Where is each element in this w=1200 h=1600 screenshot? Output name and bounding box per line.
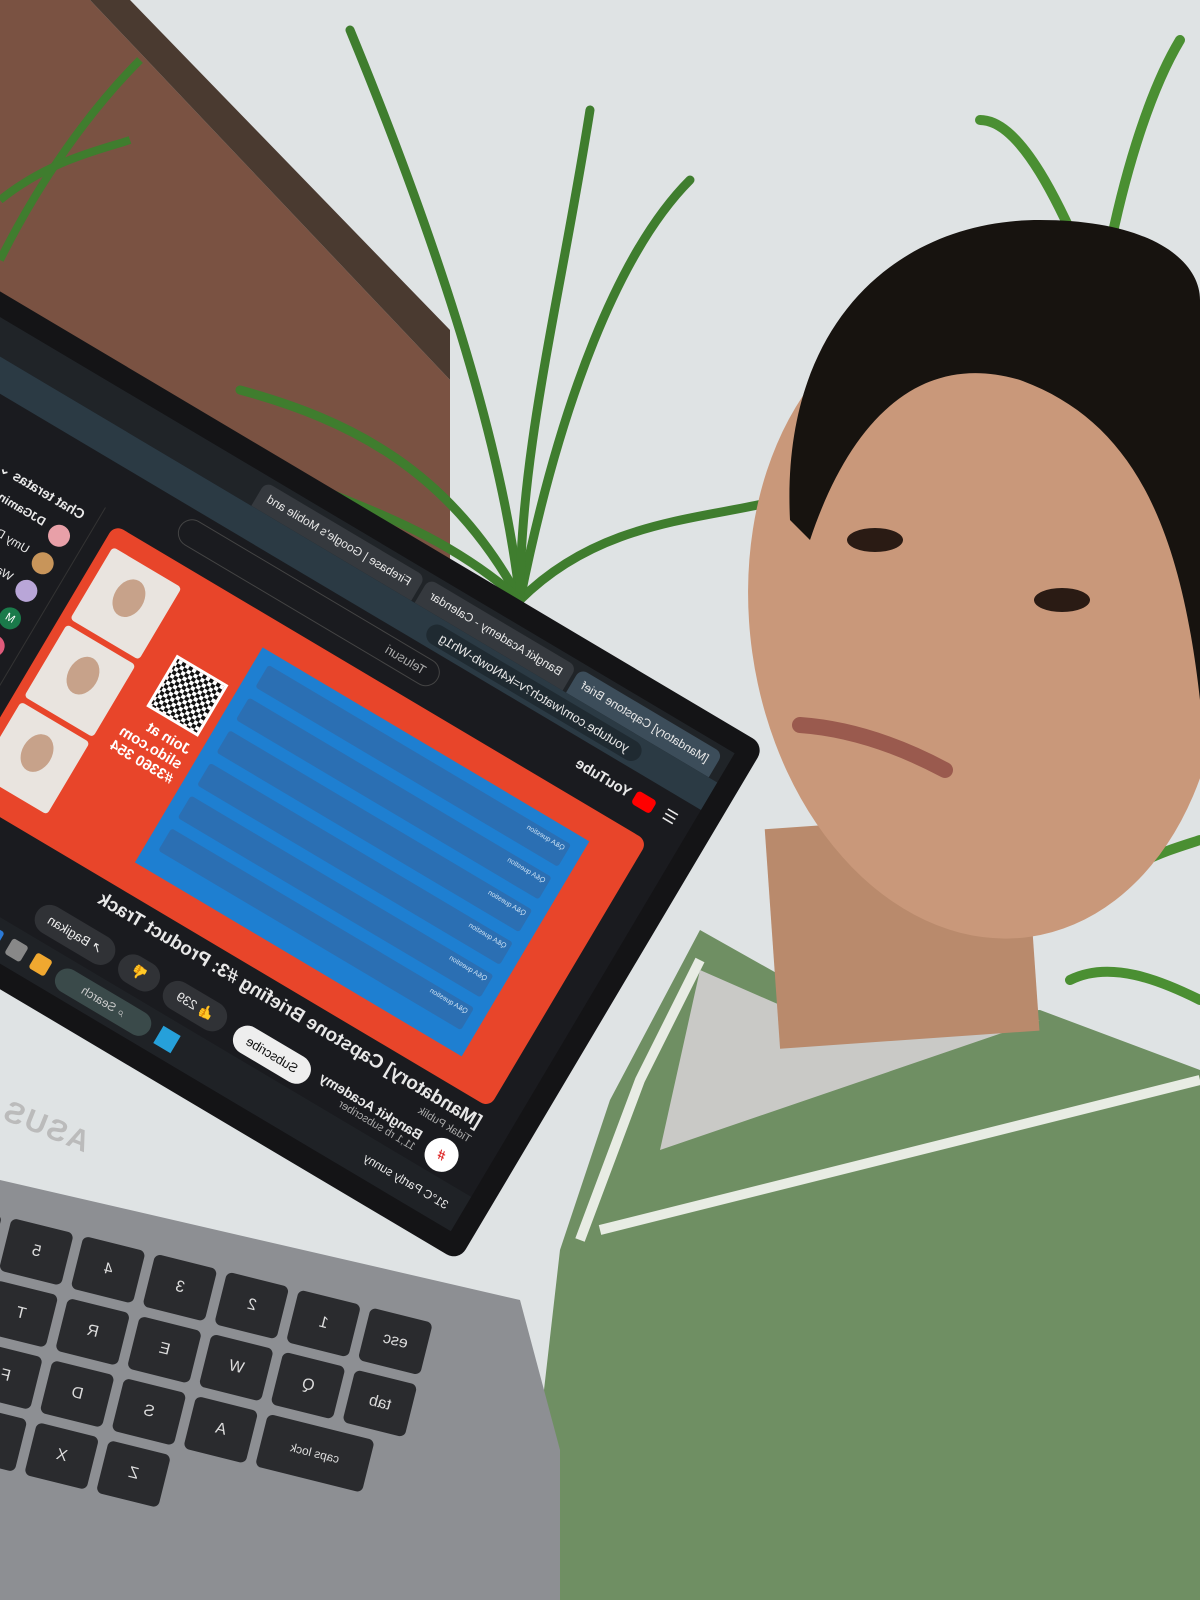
- key[interactable]: C: [0, 1404, 28, 1473]
- key[interactable]: R: [55, 1297, 131, 1366]
- avatar: A: [0, 630, 9, 661]
- key[interactable]: Q: [270, 1351, 346, 1420]
- weather-temp: 31°C: [420, 1186, 451, 1212]
- taskbar-search-label: Search: [79, 982, 120, 1015]
- key[interactable]: S: [111, 1377, 187, 1446]
- app-icon[interactable]: [0, 923, 5, 949]
- key[interactable]: T: [0, 1280, 59, 1348]
- app-icon[interactable]: [28, 951, 53, 977]
- thumbs-down-icon: 👎: [128, 962, 151, 984]
- left-eye: [847, 528, 903, 552]
- app-icon[interactable]: [3, 937, 29, 963]
- avatar: [43, 520, 75, 551]
- avatar: [27, 548, 58, 579]
- key[interactable]: tab: [342, 1369, 418, 1438]
- key[interactable]: D: [39, 1360, 115, 1428]
- key[interactable]: F: [0, 1342, 43, 1410]
- play-icon: [630, 789, 658, 814]
- menu-icon[interactable]: ☰: [659, 805, 682, 830]
- right-eye: [1034, 588, 1090, 612]
- windows-start-icon[interactable]: [153, 1025, 181, 1054]
- key[interactable]: W: [198, 1333, 274, 1402]
- share-label: Bagikan: [45, 912, 94, 950]
- avatar: M: [0, 603, 26, 634]
- key[interactable]: E: [126, 1315, 203, 1384]
- key[interactable]: A: [183, 1395, 259, 1464]
- chevron-down-icon: ⌄: [0, 459, 15, 480]
- avatar: [11, 575, 42, 606]
